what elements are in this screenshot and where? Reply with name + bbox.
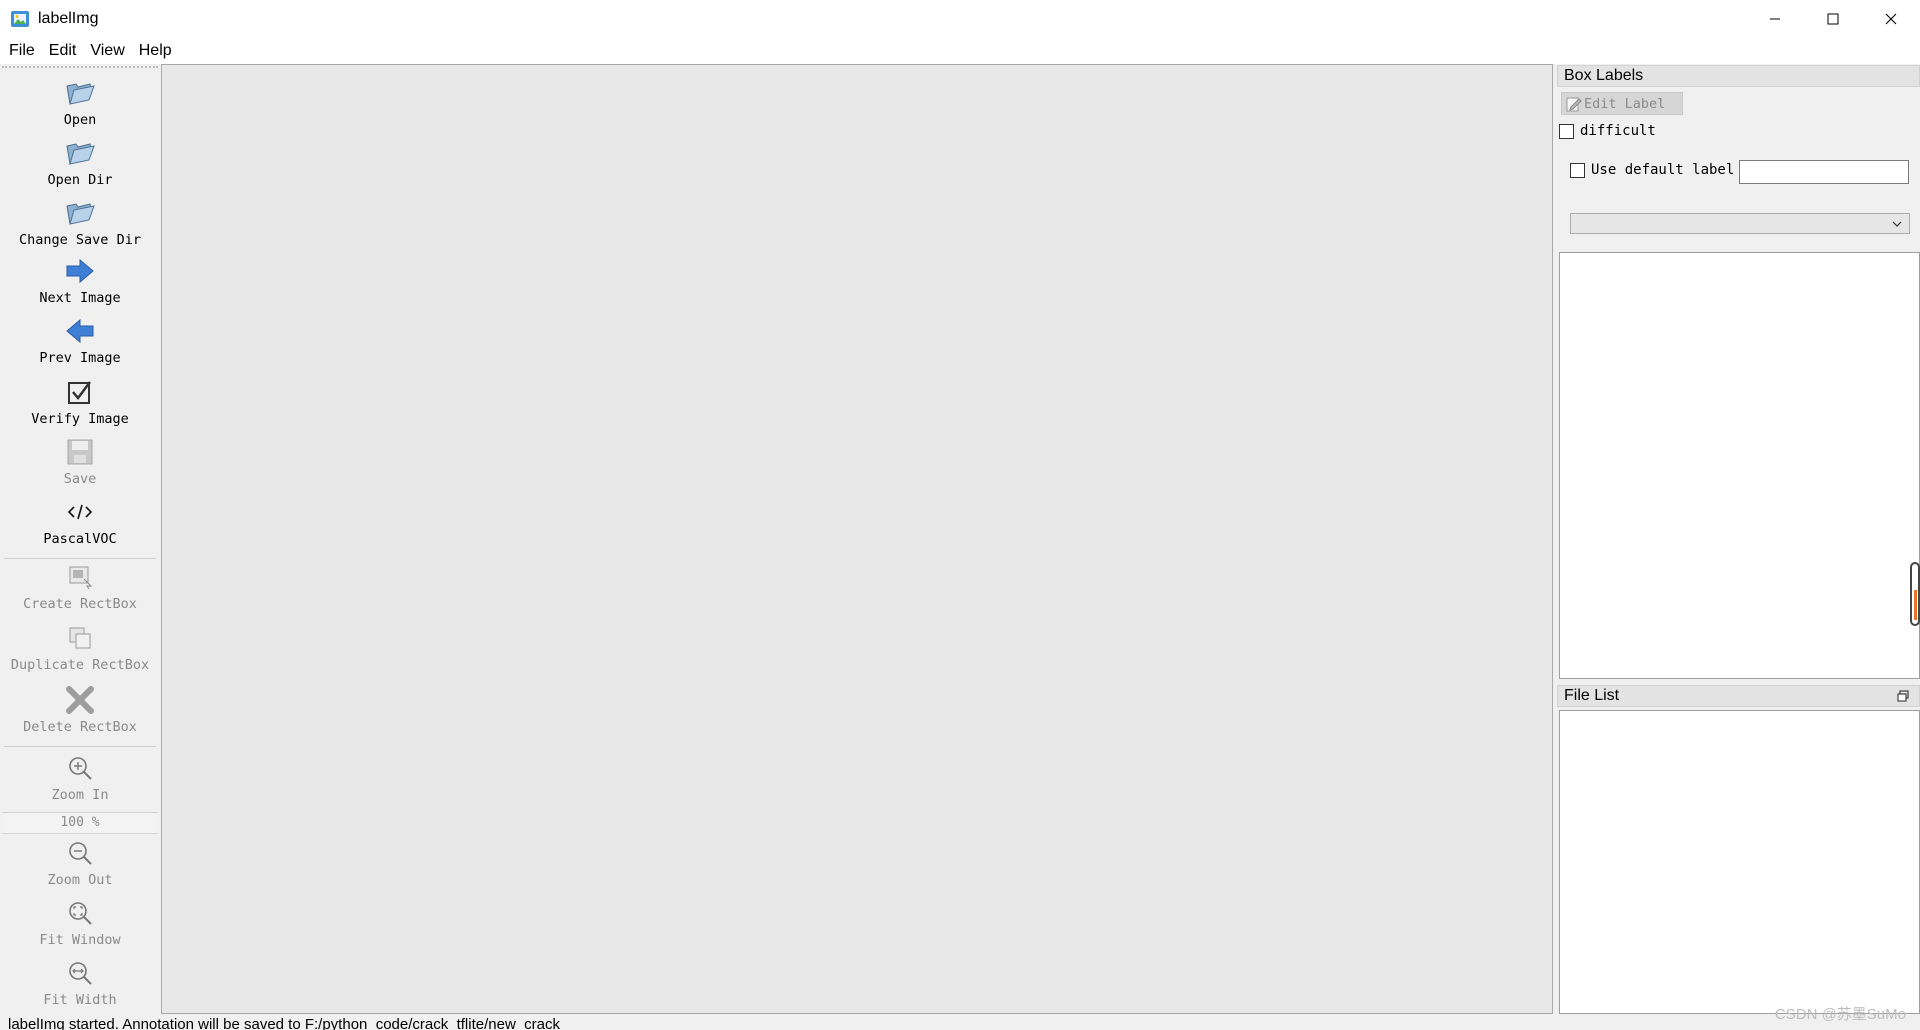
duplicate-icon xyxy=(63,621,97,655)
menu-bar: File Edit View Help xyxy=(0,38,1920,64)
box-labels-title: Box Labels xyxy=(1557,65,1920,87)
fit-width-icon xyxy=(63,956,97,990)
open-dir-button[interactable]: Open Dir xyxy=(2,136,158,188)
tool-label: Next Image xyxy=(39,290,121,306)
difficult-checkbox[interactable]: difficult xyxy=(1559,123,1656,139)
close-button[interactable] xyxy=(1862,0,1920,38)
save-icon xyxy=(63,435,97,469)
code-icon xyxy=(63,495,97,529)
tool-label: Fit Width xyxy=(43,992,117,1008)
tool-label: Duplicate RectBox xyxy=(10,657,150,673)
close-icon xyxy=(1885,13,1897,25)
window-controls xyxy=(1746,0,1920,38)
file-list[interactable] xyxy=(1559,710,1920,1014)
format-pascalvoc-button[interactable]: PascalVOC xyxy=(2,495,158,547)
default-label-input[interactable] xyxy=(1739,160,1909,184)
use-default-label-checkbox[interactable]: Use default label xyxy=(1570,162,1734,178)
label-filter-combobox[interactable] xyxy=(1570,213,1910,234)
fit-width-button[interactable]: Fit Width xyxy=(2,956,158,1008)
tool-label: PascalVOC xyxy=(43,531,117,547)
tool-label: Create RectBox xyxy=(23,596,137,612)
toolbar-separator xyxy=(4,746,156,747)
undock-icon[interactable] xyxy=(1897,690,1909,702)
edit-label-button[interactable]: Edit Label xyxy=(1561,92,1683,115)
create-rectbox-button[interactable]: Create RectBox xyxy=(2,560,158,612)
tool-label: Zoom Out xyxy=(47,872,113,888)
open-button[interactable]: Open xyxy=(2,76,158,128)
app-icon xyxy=(11,11,29,27)
toolbar-separator xyxy=(4,558,156,559)
checkbox-box[interactable] xyxy=(1570,162,1585,178)
duplicate-rectbox-button[interactable]: Duplicate RectBox xyxy=(2,621,158,673)
menu-view[interactable]: View xyxy=(83,38,131,64)
fit-window-icon xyxy=(63,896,97,930)
maximize-button[interactable] xyxy=(1804,0,1862,38)
difficult-label: difficult xyxy=(1580,123,1656,139)
chevron-down-icon xyxy=(1892,221,1902,227)
change-save-dir-button[interactable]: Change Save Dir xyxy=(2,196,158,248)
tool-label: Save xyxy=(63,471,97,487)
zoom-value[interactable]: 100 % xyxy=(2,812,158,834)
tool-label: Open Dir xyxy=(47,172,113,188)
tool-label: Open xyxy=(63,112,97,128)
verify-image-button[interactable]: Verify Image xyxy=(2,375,158,427)
minimize-button[interactable] xyxy=(1746,0,1804,38)
delete-rectbox-button[interactable]: Delete RectBox xyxy=(2,683,158,735)
zoom-in-icon xyxy=(63,751,97,785)
menu-edit[interactable]: Edit xyxy=(42,38,84,64)
minimize-icon xyxy=(1770,18,1780,20)
zoom-out-button[interactable]: Zoom Out xyxy=(2,836,158,888)
folder-open-icon xyxy=(63,76,97,110)
scrollbar-handle[interactable] xyxy=(1910,562,1920,626)
image-canvas[interactable] xyxy=(161,64,1553,1014)
menu-help[interactable]: Help xyxy=(132,38,179,64)
window-title: labelImg xyxy=(38,10,99,27)
tool-label: Verify Image xyxy=(31,411,129,427)
file-list-title: File List xyxy=(1557,685,1920,707)
arrow-left-icon xyxy=(63,314,97,348)
status-bar: labelImg started. Annotation will be sav… xyxy=(0,1014,1920,1030)
folder-open-icon xyxy=(63,196,97,230)
status-text: labelImg started. Annotation will be sav… xyxy=(8,1016,560,1030)
save-button[interactable]: Save xyxy=(2,435,158,487)
checkbox-box[interactable] xyxy=(1559,123,1574,139)
edit-label-text: Edit Label xyxy=(1584,95,1666,112)
delete-icon xyxy=(63,683,97,717)
use-default-label-text: Use default label xyxy=(1591,162,1735,178)
tool-label: Zoom In xyxy=(51,787,109,803)
create-rectbox-icon xyxy=(63,560,97,594)
file-list-title-text: File List xyxy=(1564,687,1620,704)
checkbox-icon xyxy=(63,375,97,409)
fit-window-button[interactable]: Fit Window xyxy=(2,896,158,948)
tools-toolbar: Open Open Dir Change Save Dir Next Image… xyxy=(2,66,158,1014)
watermark: CSDN @苏墨SuMo xyxy=(1774,1006,1906,1023)
prev-image-button[interactable]: Prev Image xyxy=(2,314,158,366)
tool-label: Prev Image xyxy=(39,350,121,366)
tool-label: Change Save Dir xyxy=(19,232,141,248)
tool-label: Fit Window xyxy=(39,932,121,948)
folder-open-icon xyxy=(63,136,97,170)
title-bar: labelImg xyxy=(0,0,1920,38)
arrow-right-icon xyxy=(63,254,97,288)
next-image-button[interactable]: Next Image xyxy=(2,254,158,306)
edit-icon xyxy=(1566,97,1582,111)
tool-label: Delete RectBox xyxy=(23,719,137,735)
zoom-in-button[interactable]: Zoom In xyxy=(2,751,158,803)
maximize-icon xyxy=(1827,13,1839,25)
menu-file[interactable]: File xyxy=(2,38,42,64)
zoom-out-icon xyxy=(63,836,97,870)
label-list[interactable] xyxy=(1559,252,1920,679)
